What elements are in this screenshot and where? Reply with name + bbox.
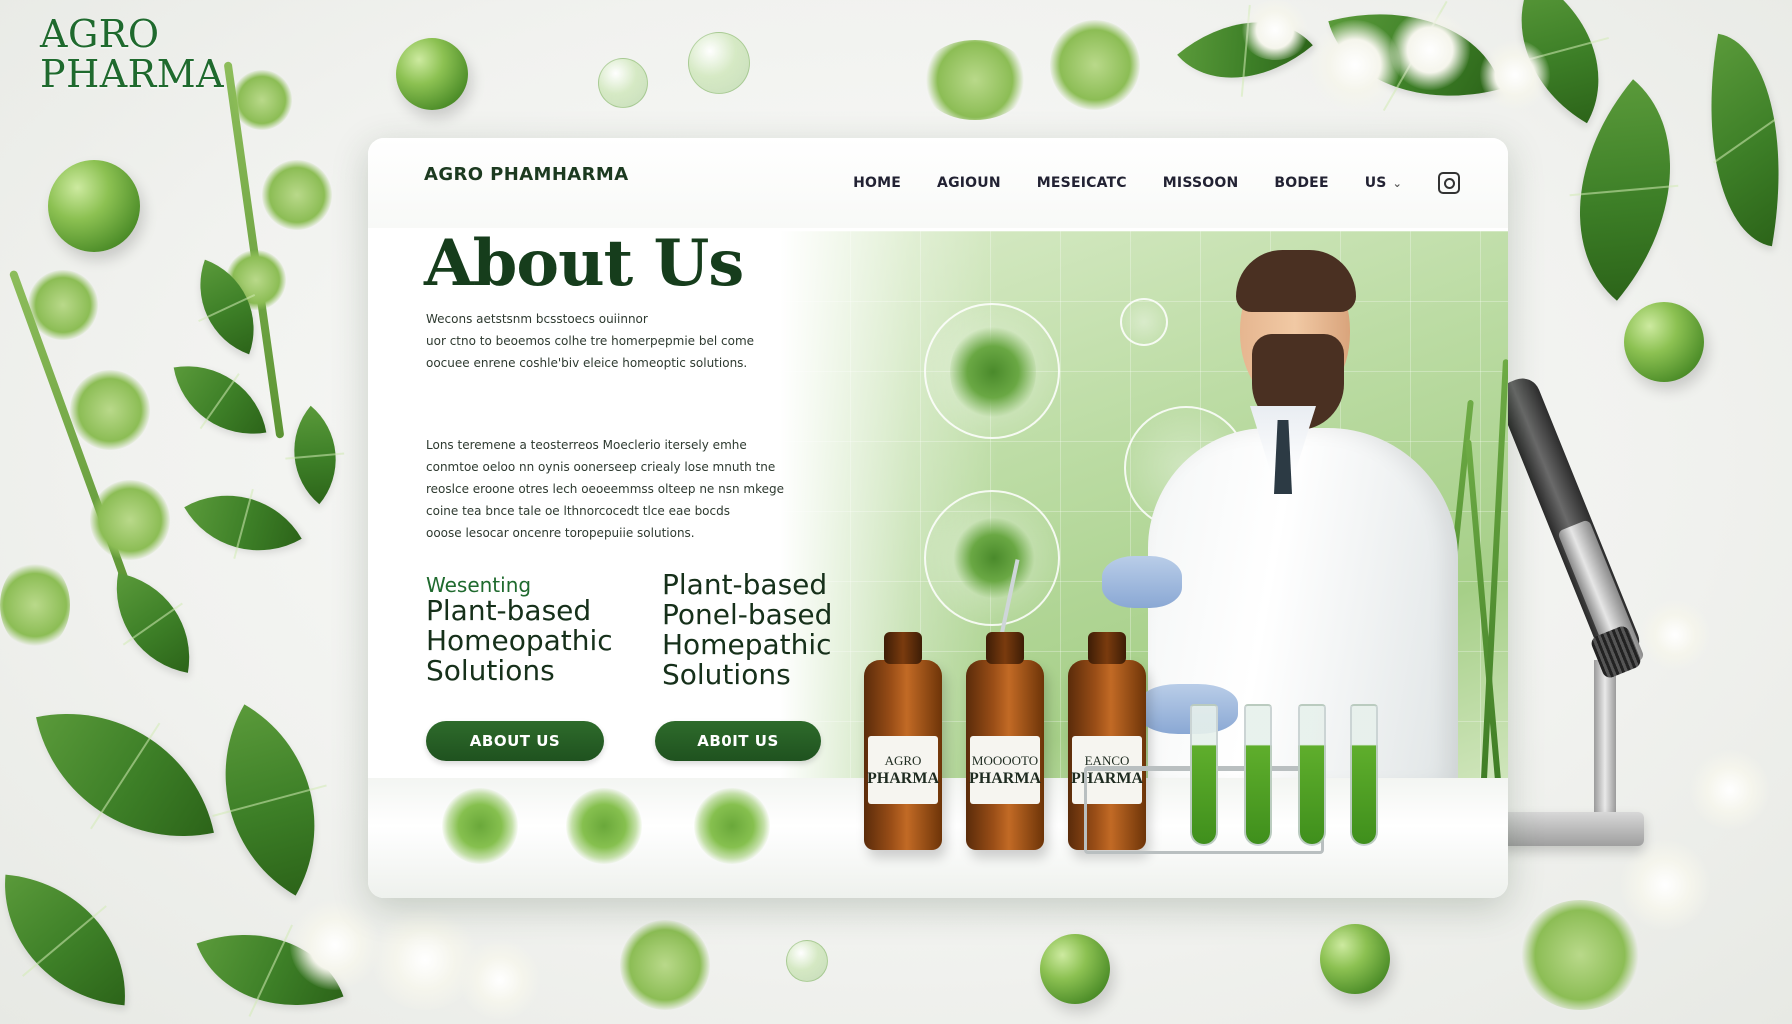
top-nav: AGRO PHAMHARMA HOME AGIOUN MESEICATC MIS… bbox=[368, 138, 1508, 228]
herb-puff bbox=[442, 788, 518, 864]
glass-bubble bbox=[688, 32, 750, 94]
white-flower bbox=[1240, 0, 1310, 60]
white-flower bbox=[1310, 20, 1400, 110]
leaf bbox=[173, 353, 267, 447]
specimen-herb bbox=[950, 324, 1036, 420]
about-us-secondary-button[interactable]: AB0IT US bbox=[655, 721, 821, 761]
fern-sprig bbox=[1050, 20, 1140, 110]
white-flower bbox=[1640, 600, 1710, 670]
herb-puff bbox=[566, 788, 642, 864]
body-paragraph: Lons teremene a teosterreos Moeclerio it… bbox=[426, 434, 846, 544]
corner-logo: AGRO PHARMA bbox=[40, 14, 224, 94]
nav-link-bodee[interactable]: BODEE bbox=[1274, 175, 1328, 191]
square-icon[interactable] bbox=[1438, 172, 1460, 194]
tagline-line: Plant-based bbox=[662, 568, 828, 601]
paragraph-line: Wecons aetstsnm bcsstoecs ouiinnor bbox=[426, 312, 648, 326]
tagline-line: Solutions bbox=[426, 654, 555, 687]
corner-logo-line2: PHARMA bbox=[40, 52, 225, 96]
leaf bbox=[103, 573, 203, 673]
nav-link-home[interactable]: HOME bbox=[853, 175, 901, 191]
glass-bubble bbox=[598, 58, 648, 108]
fern-sprig bbox=[28, 270, 98, 340]
specimen-herb bbox=[952, 518, 1036, 598]
bottle-label-bottom: PHARMA bbox=[867, 770, 939, 787]
about-us-button[interactable]: ABOUT US bbox=[426, 721, 604, 761]
test-tube bbox=[1350, 704, 1378, 846]
paragraph-line: ooose lesocar oncenre toropepuiie soluti… bbox=[426, 526, 695, 540]
specimen-bubble bbox=[1120, 298, 1168, 346]
nav-link-meseicatc[interactable]: MESEICATC bbox=[1037, 175, 1127, 191]
nav-us-label: US bbox=[1364, 175, 1387, 191]
leaf bbox=[0, 874, 135, 1006]
chevron-down-icon: ⌄ bbox=[1392, 176, 1402, 190]
herb-puff bbox=[694, 788, 770, 864]
tagline-line: Plant-based bbox=[426, 594, 592, 627]
corner-logo-line1: AGRO bbox=[40, 12, 160, 56]
leaf bbox=[1517, 79, 1733, 301]
bottle-label-top: AGRO bbox=[884, 753, 922, 768]
white-flower bbox=[290, 900, 380, 990]
paragraph-line: uor ctno to beoemos colhe tre homerpepmi… bbox=[426, 334, 755, 348]
website-card: AGRO PHARMA MOOOOTO PHARMA EANCO PHARMA … bbox=[368, 138, 1508, 898]
tagline-lead: Wesenting bbox=[426, 573, 532, 597]
test-tube bbox=[1190, 704, 1218, 846]
nav-brand[interactable]: AGRO PHAMHARMA bbox=[424, 164, 629, 185]
fern-sprig bbox=[90, 480, 170, 560]
leaf bbox=[184, 464, 302, 582]
white-flower bbox=[1390, 10, 1470, 90]
paragraph-line: reoslce eroone otres lech oeoeemmss olte… bbox=[426, 482, 784, 496]
tagline-line: Solutions bbox=[662, 658, 791, 691]
bottle-label-top: MOOOOTO bbox=[971, 753, 1039, 768]
fern-sprig bbox=[620, 920, 710, 1010]
nav-link-agioun[interactable]: AGIOUN bbox=[937, 175, 1001, 191]
paragraph-line: conmtoe oeloo nn oynis oonerseep criealy… bbox=[426, 460, 776, 474]
glass-bubble bbox=[786, 940, 828, 982]
scientist-hair bbox=[1236, 250, 1356, 312]
bottle-label: AGRO PHARMA bbox=[867, 736, 939, 804]
green-berry bbox=[48, 160, 140, 252]
nav-us-dropdown[interactable]: US ⌄ bbox=[1365, 175, 1402, 191]
microscope-base bbox=[1500, 812, 1644, 846]
fern-sprig bbox=[1520, 900, 1640, 1010]
bottle-label: MOOOOTO PHARMA bbox=[969, 736, 1041, 804]
paragraph-line: Lons teremene a teosterreos Moeclerio it… bbox=[426, 438, 747, 452]
test-tube bbox=[1298, 704, 1326, 846]
test-tube bbox=[1244, 704, 1272, 846]
tagline-left: Wesenting Plant-based Homeopathic Soluti… bbox=[426, 574, 613, 686]
white-flower bbox=[460, 940, 540, 1020]
white-flower bbox=[1620, 840, 1710, 930]
tagline-line: Homepathic bbox=[662, 628, 832, 661]
green-berry bbox=[1624, 302, 1704, 382]
fern-sprig bbox=[70, 370, 150, 450]
paragraph-line: coine tea bnce tale oe lthnorcocedt tlce… bbox=[426, 504, 730, 518]
fern-sprig bbox=[920, 40, 1030, 120]
leaf bbox=[1683, 33, 1792, 247]
glove bbox=[1138, 684, 1238, 734]
green-berry bbox=[1040, 934, 1110, 1004]
white-flower bbox=[1480, 40, 1550, 110]
white-flower bbox=[1690, 750, 1770, 830]
paragraph-line: oocuee enrene coshle'biv eleice homeopti… bbox=[426, 356, 748, 370]
fern-sprig bbox=[232, 70, 292, 130]
intro-paragraph: Wecons aetstsnm bcsstoecs ouiinnor uor c… bbox=[426, 308, 846, 374]
tagline-line: Ponel-based bbox=[662, 598, 833, 631]
nav-link-missoon[interactable]: MISSOON bbox=[1163, 175, 1239, 191]
nav-links: HOME AGIOUN MESEICATC MISSOON BODEE US ⌄ bbox=[853, 172, 1460, 194]
bottle: MOOOOTO PHARMA bbox=[966, 632, 1044, 850]
bottle-label-bottom: PHARMA bbox=[969, 770, 1041, 787]
fern-sprig bbox=[0, 560, 70, 650]
green-berry bbox=[1320, 924, 1390, 994]
page-title: About Us bbox=[424, 226, 744, 301]
glove bbox=[1102, 556, 1182, 608]
microscope-post bbox=[1594, 660, 1616, 820]
green-berry bbox=[396, 38, 468, 110]
tagline-line: Homeopathic bbox=[426, 624, 613, 657]
leaf bbox=[36, 686, 214, 864]
bottle: AGRO PHARMA bbox=[864, 632, 942, 850]
tagline-right: Plant-based Ponel-based Homepathic Solut… bbox=[662, 570, 832, 690]
fern-sprig bbox=[262, 160, 332, 230]
